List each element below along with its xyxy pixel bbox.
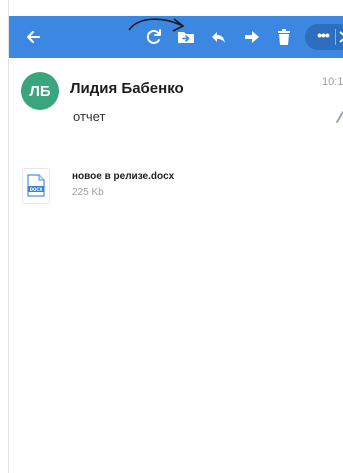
message-toolbar: ••• <box>9 16 343 58</box>
forward-icon[interactable] <box>242 27 262 47</box>
arrow-left-icon[interactable] <box>23 27 43 47</box>
divider <box>8 0 9 473</box>
attachment-size: 225 Kb <box>72 187 104 198</box>
chevron-right-icon <box>339 31 343 43</box>
more-options-button[interactable]: ••• <box>305 24 343 50</box>
attachment-name: новое в релизе.docx <box>72 171 175 182</box>
folder-move-icon[interactable] <box>176 27 196 47</box>
left-frame <box>0 0 8 473</box>
sender-name: Лидия Бабенко <box>70 80 184 97</box>
trash-icon[interactable] <box>274 27 294 47</box>
refresh-icon[interactable] <box>144 27 164 47</box>
message-subject: отчет <box>73 109 106 124</box>
message-time: 10:1 <box>322 76 343 88</box>
paperclip-icon <box>336 111 343 123</box>
avatar: ЛБ <box>21 72 59 110</box>
reply-icon[interactable] <box>209 27 229 47</box>
more-separator <box>335 29 336 45</box>
svg-text:DOCX: DOCX <box>30 187 43 192</box>
more-options-icon: ••• <box>317 27 330 43</box>
docx-file-icon: DOCX <box>22 168 50 204</box>
attachment-item[interactable]: DOCX новое в релизе.docx 225 Kb <box>22 168 222 208</box>
